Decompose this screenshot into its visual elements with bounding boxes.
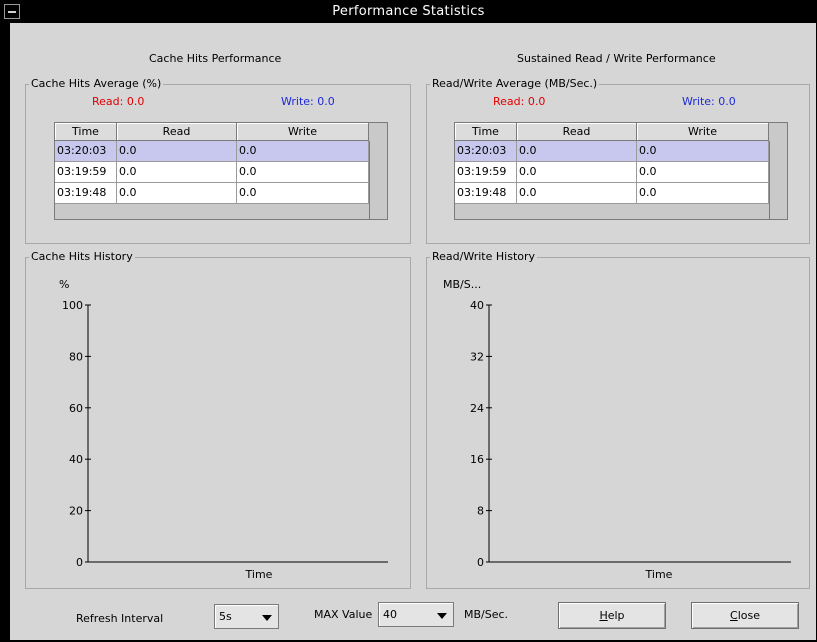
cache-chart-y-tick-label: 60 [69,402,83,415]
title-bar[interactable]: Performance Statistics [1,1,816,23]
column-header-read[interactable]: Read [117,123,237,141]
cache-chart-y-tick-label: 100 [62,299,83,312]
cell-read: 0.0 [517,183,637,204]
cache-hits-average-group: Cache Hits Average (%) Read: 0.0 Write: … [25,77,411,244]
max-value-unit: MB/Sec. [464,608,509,621]
rw-history-group: Read/Write History 0 8 16 24 32 40 MB/S... Time [426,250,810,589]
cell-read: 0.0 [517,141,637,162]
table-body: 03:20:03 0.0 0.0 03:19:59 0.0 0.0 03:19:… [455,141,769,204]
close-button[interactable]: Close [691,602,799,629]
refresh-interval-value: 5s [219,610,232,623]
cache-hits-history-group: Cache Hits History 0 20 40 60 80 100% Time [25,250,411,589]
rw-chart-x-axis-label: Time [645,568,673,581]
rw-chart-y-tick-label: 24 [470,402,484,415]
column-header-time[interactable]: Time [55,123,117,141]
cache-chart-y-tick-label: 80 [69,350,83,363]
cell-time: 03:19:48 [55,183,117,204]
cache-read-summary: Read: 0.0 [92,95,145,108]
performance-statistics-window: Performance Statistics Cache Hits Perfor… [0,0,817,642]
cell-read: 0.0 [117,162,237,183]
cell-write: 0.0 [637,162,769,183]
rw-history-svg: 0 8 16 24 32 40 MB/S... Time [443,278,791,581]
rw-chart-y-unit-label: MB/S... [443,278,481,291]
cell-time: 03:20:03 [455,141,517,162]
help-label: elp [607,609,625,622]
max-value-dropdown[interactable]: 40 [378,602,454,627]
cell-write: 0.0 [637,141,769,162]
rw-read-summary: Read: 0.0 [493,95,546,108]
cache-chart-y-tick-label: 0 [76,556,83,569]
chevron-down-icon [437,613,447,619]
max-value-label: MAX Value [314,608,373,621]
refresh-interval-label: Refresh Interval [76,612,164,625]
rw-chart-y-tick-label: 8 [477,505,484,518]
help-mnemonic: H [599,609,608,622]
cell-time: 03:19:59 [55,162,117,183]
cache-hits-history-svg: 0 20 40 60 80 100% Time [59,278,388,581]
cache-chart-y-tick-label: 20 [69,505,83,518]
cache-hits-section-title: Cache Hits Performance [149,52,282,65]
table-header: Time Read Write [55,123,369,141]
rw-average-label: Read/Write Average (MB/Sec.) [430,77,600,90]
cell-write: 0.0 [237,162,369,183]
cache-hits-history-chart: 0 20 40 60 80 100% Time [26,258,410,588]
column-header-write[interactable]: Write [237,123,369,141]
rw-write-summary: Write: 0.0 [682,95,736,108]
cell-read: 0.0 [517,162,637,183]
cell-time: 03:20:03 [55,141,117,162]
help-button[interactable]: Help [558,602,666,629]
window-left-edge [1,23,10,642]
table-row[interactable]: 03:19:59 0.0 0.0 [55,162,369,183]
refresh-interval-dropdown[interactable]: 5s [214,604,279,629]
table-row[interactable]: 03:19:48 0.0 0.0 [55,183,369,204]
cache-write-summary: Write: 0.0 [281,95,335,108]
column-header-write[interactable]: Write [637,123,769,141]
cache-hits-table[interactable]: Time Read Write 03:20:03 0.0 0.0 03:19:5… [54,122,388,220]
cell-time: 03:19:59 [455,162,517,183]
column-header-read[interactable]: Read [517,123,637,141]
cell-write: 0.0 [237,141,369,162]
cell-read: 0.0 [117,141,237,162]
rw-table[interactable]: Time Read Write 03:20:03 0.0 0.0 03:19:5… [454,122,788,220]
rw-chart-y-tick-label: 40 [470,299,484,312]
rw-chart-y-tick-label: 16 [470,453,484,466]
cache-chart-y-unit-label: % [59,278,69,291]
cache-chart-y-tick-label: 40 [69,453,83,466]
table-row[interactable]: 03:20:03 0.0 0.0 [55,141,369,162]
cell-read: 0.0 [117,183,237,204]
rw-average-group: Read/Write Average (MB/Sec.) Read: 0.0 W… [426,77,810,244]
close-mnemonic: C [730,609,738,622]
table-header: Time Read Write [455,123,769,141]
cell-write: 0.0 [237,183,369,204]
rw-history-chart: 0 8 16 24 32 40 MB/S... Time [427,258,809,588]
table-vertical-scrollbar[interactable] [769,141,785,219]
table-body: 03:20:03 0.0 0.0 03:19:59 0.0 0.0 03:19:… [55,141,369,204]
cache-hits-average-label: Cache Hits Average (%) [29,77,164,90]
rw-chart-y-tick-label: 32 [470,350,484,363]
table-row[interactable]: 03:19:59 0.0 0.0 [455,162,769,183]
cell-time: 03:19:48 [455,183,517,204]
window-title: Performance Statistics [332,4,485,19]
max-value-value: 40 [383,608,397,621]
close-label: lose [737,609,760,622]
cache-chart-x-axis-label: Time [245,568,273,581]
table-row[interactable]: 03:19:48 0.0 0.0 [455,183,769,204]
rw-chart-y-tick-label: 0 [477,556,484,569]
chevron-down-icon [262,615,272,621]
column-header-time[interactable]: Time [455,123,517,141]
cell-write: 0.0 [637,183,769,204]
rw-section-title: Sustained Read / Write Performance [517,52,716,65]
table-vertical-scrollbar[interactable] [369,141,385,219]
table-row[interactable]: 03:20:03 0.0 0.0 [455,141,769,162]
